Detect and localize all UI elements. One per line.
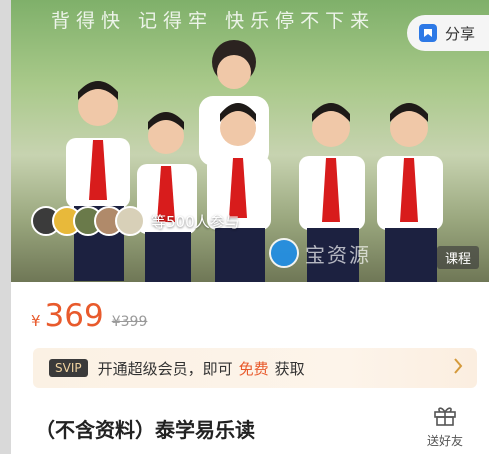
watermark-text: 宝资源	[305, 242, 371, 267]
course-card: 背得快 记得牢 快乐停不下来 分享 等500人参与 宝资源 课程 ¥ 369 ¥…	[11, 0, 489, 454]
participants-count: 等500人参与	[151, 212, 240, 231]
course-title: （不含资料）泰学易乐读	[35, 418, 255, 442]
watermark: 宝资源	[269, 238, 371, 268]
hero-banner: 背得快 记得牢 快乐停不下来 分享 等500人参与 宝资源 课程	[11, 0, 489, 282]
child-5	[377, 103, 443, 282]
child-2	[137, 112, 197, 282]
svip-promo-bar[interactable]: SVIP 开通超级会员，即可 免费 获取	[33, 348, 477, 388]
teacher-figure	[199, 40, 269, 166]
gift-label: 送好友	[426, 434, 463, 448]
current-price: 369	[44, 298, 104, 334]
child-1	[66, 81, 130, 281]
chevron-right-icon	[453, 357, 463, 380]
share-button[interactable]: 分享	[407, 15, 489, 51]
share-label: 分享	[445, 24, 476, 43]
left-edge-strip	[0, 0, 11, 454]
original-price: ¥399	[111, 314, 148, 330]
svip-text: 开通超级会员，即可	[97, 359, 233, 378]
price-row: ¥ 369 ¥399	[31, 298, 147, 334]
gift-icon	[433, 404, 457, 430]
gift-to-friend-button[interactable]: 送好友	[423, 404, 467, 449]
watermark-logo-icon	[269, 238, 299, 268]
course-type-badge: 课程	[436, 246, 479, 269]
svip-badge: SVIP	[49, 359, 88, 377]
currency-symbol: ¥	[31, 312, 41, 330]
participant-avatar	[115, 206, 145, 236]
participants-row: 等500人参与	[31, 204, 240, 238]
svip-suffix: 获取	[274, 359, 305, 378]
svip-free-highlight: 免费	[238, 359, 269, 378]
share-icon	[419, 24, 437, 42]
